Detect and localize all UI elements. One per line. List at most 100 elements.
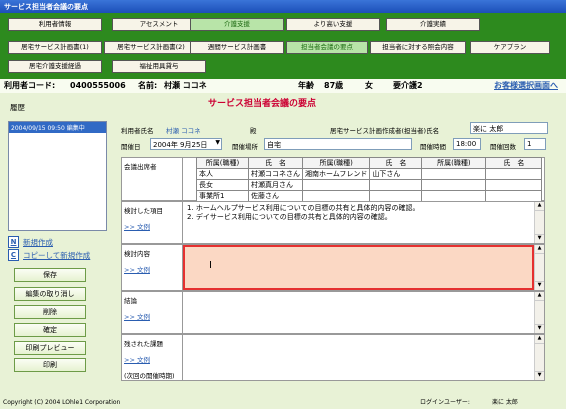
nav-inquiry[interactable]: 担当者に対する照会内容 bbox=[370, 41, 466, 54]
time-field[interactable]: 18:00 bbox=[453, 138, 481, 150]
time-label: 開催時間 bbox=[420, 143, 446, 151]
table-cell[interactable] bbox=[421, 190, 487, 202]
login-label: ログインユーザー: bbox=[420, 399, 470, 406]
place-field[interactable]: 自宅 bbox=[264, 138, 412, 150]
user-name-label: 利用者氏名 bbox=[121, 127, 154, 135]
nav-meeting-summary[interactable]: 担当者会議の要点 bbox=[286, 41, 368, 54]
table-cell[interactable]: 長女 bbox=[196, 179, 249, 191]
items-section: 検討した項目 >> 文例 1. ホームヘルプサービス利用についての目標の共有と具… bbox=[121, 201, 545, 244]
planner-label: 居宅サービス計画作成者(担当者)氏名 bbox=[330, 127, 440, 135]
nav-care-support[interactable]: 介護支援 bbox=[190, 18, 284, 31]
items-example-link[interactable]: >> 文例 bbox=[124, 221, 180, 231]
scrollbar[interactable]: ▲ ▼ bbox=[534, 245, 544, 290]
count-field[interactable]: 1 bbox=[524, 138, 546, 150]
table-cell[interactable] bbox=[301, 190, 371, 202]
col-name-2: 氏 名 bbox=[369, 157, 423, 169]
col-affil-1: 所属(職種) bbox=[196, 157, 249, 169]
new-create-link[interactable]: N 新規作成 bbox=[8, 236, 53, 248]
age: 87歳 bbox=[324, 81, 344, 90]
nav-plan-2[interactable]: 居宅サービス計画書(2) bbox=[104, 41, 198, 54]
copy-document-icon: C bbox=[8, 249, 19, 261]
print-preview-button[interactable]: 印刷プレビュー bbox=[14, 341, 86, 355]
table-cell[interactable] bbox=[421, 179, 487, 191]
table-row: 長女 村瀬真月さん bbox=[196, 179, 543, 191]
save-button[interactable]: 保存 bbox=[14, 268, 86, 282]
table-cell[interactable]: 山下さん bbox=[369, 168, 423, 180]
conclusion-label: 結論 bbox=[124, 297, 137, 305]
table-cell[interactable]: 湘南ホームフレンド bbox=[301, 168, 371, 180]
items-head: 検討した項目 >> 文例 bbox=[122, 202, 183, 243]
issues-example-link[interactable]: >> 文例 bbox=[124, 354, 180, 364]
age-label: 年齢 bbox=[298, 81, 314, 90]
issues-text[interactable] bbox=[183, 335, 534, 380]
table-cell[interactable] bbox=[421, 168, 487, 180]
navigation-bar: 利用者情報 アセスメント 介護支援 より高い支援 介護実績 居宅サービス計画書(… bbox=[0, 13, 566, 79]
nav-advanced-support[interactable]: より高い支援 bbox=[286, 18, 380, 31]
items-line-1: 1. ホームヘルプサービス利用についての目標の共有と具体的内容の確認。 bbox=[187, 204, 420, 212]
items-label: 検討した項目 bbox=[124, 207, 163, 215]
items-line-2: 2. デイサービス利用についての目標の共有と具体的内容の確認。 bbox=[187, 213, 392, 221]
history-list[interactable]: 2004/09/15 09:50 編集中 bbox=[8, 121, 107, 231]
table-cell[interactable] bbox=[485, 190, 543, 202]
col-name-3: 氏 名 bbox=[485, 157, 543, 169]
conclusion-text[interactable] bbox=[183, 292, 534, 333]
table-cell[interactable]: 事業所1 bbox=[196, 190, 249, 202]
text-cursor-icon: I bbox=[209, 260, 212, 271]
planner-field[interactable]: 楽に 太郎 bbox=[470, 122, 548, 134]
count-label: 開催回数 bbox=[490, 143, 516, 151]
copy-create-link[interactable]: C コピーして新規作成 bbox=[8, 249, 90, 261]
place-label: 開催場所 bbox=[232, 143, 258, 151]
cancel-edit-button[interactable]: 編集の取り消し bbox=[14, 287, 86, 301]
print-button[interactable]: 印刷 bbox=[14, 358, 86, 372]
nav-support-progress[interactable]: 居宅介護支援経過 bbox=[8, 60, 102, 73]
nav-user-info[interactable]: 利用者情報 bbox=[8, 18, 102, 31]
content-textarea[interactable]: I bbox=[183, 245, 534, 290]
table-cell[interactable] bbox=[485, 179, 543, 191]
scrollbar[interactable]: ▲ ▼ bbox=[534, 202, 544, 243]
nav-care-record[interactable]: 介護実績 bbox=[386, 18, 480, 31]
table-cell[interactable]: 佐藤さん bbox=[248, 190, 303, 202]
scrollbar[interactable]: ▲ ▼ bbox=[534, 292, 544, 333]
confirm-button[interactable]: 確定 bbox=[14, 323, 86, 337]
user-name-value: 村瀬 ココネ bbox=[166, 127, 201, 135]
next-meeting-note: (次回の開催時期) bbox=[124, 372, 175, 380]
content-example-link[interactable]: >> 文例 bbox=[124, 264, 180, 274]
scrollbar[interactable]: ▲ ▼ bbox=[534, 335, 544, 380]
issues-head: 残された課題 >> 文例 (次回の開催時期) bbox=[122, 335, 183, 380]
table-cell[interactable] bbox=[485, 168, 543, 180]
conclusion-section: 結論 >> 文例 ▲ ▼ bbox=[121, 291, 545, 334]
nav-weekly-plan[interactable]: 週間サービス計画書 bbox=[190, 41, 284, 54]
user-code-label: 利用者コード: bbox=[4, 81, 56, 90]
history-item[interactable]: 2004/09/15 09:50 編集中 bbox=[9, 122, 106, 133]
content-label: 検討内容 bbox=[124, 250, 150, 258]
table-cell[interactable]: 村瀬真月さん bbox=[248, 179, 303, 191]
table-cell[interactable]: 村瀬ココネさん bbox=[248, 168, 303, 180]
care-level: 要介護2 bbox=[393, 81, 423, 90]
col-name-1: 氏 名 bbox=[248, 157, 303, 169]
nav-welfare-equipment[interactable]: 福祉用具貸与 bbox=[112, 60, 206, 73]
new-document-icon: N bbox=[8, 236, 19, 248]
delete-button[interactable]: 削除 bbox=[14, 305, 86, 319]
issues-label: 残された課題 bbox=[124, 340, 163, 348]
user-code: 0400555006 bbox=[70, 81, 126, 90]
table-cell[interactable] bbox=[301, 179, 371, 191]
table-row: 事業所1 佐藤さん bbox=[196, 190, 543, 202]
items-text[interactable]: 1. ホームヘルプサービス利用についての目標の共有と具体的内容の確認。 2. デ… bbox=[183, 202, 534, 243]
content-section: 検討内容 >> 文例 I ▲ ▼ bbox=[121, 244, 545, 291]
nav-plan-1[interactable]: 居宅サービス計画書(1) bbox=[8, 41, 102, 54]
nav-care-plan[interactable]: ケアプラン bbox=[470, 41, 550, 54]
app-window: サービス担当者会議の要点 利用者情報 アセスメント 介護支援 より高い支援 介護… bbox=[0, 0, 566, 409]
new-create-label: 新規作成 bbox=[23, 237, 53, 247]
attendees-label: 会議出席者 bbox=[122, 158, 183, 200]
table-cell[interactable] bbox=[369, 190, 423, 202]
date-select[interactable]: 2004年 9月25日 ▼ bbox=[150, 138, 222, 150]
date-label: 開催日 bbox=[121, 143, 141, 151]
footer: Copyright (C) 2004 LOhle1 Corporation ログ… bbox=[0, 397, 566, 409]
customer-select-link[interactable]: お客様選択画面へ bbox=[494, 79, 558, 93]
honorific: 殿 bbox=[250, 127, 257, 135]
conclusion-example-link[interactable]: >> 文例 bbox=[124, 311, 180, 321]
copyright: Copyright (C) 2004 LOhle1 Corporation bbox=[3, 399, 121, 406]
table-cell[interactable]: 本人 bbox=[196, 168, 249, 180]
issues-section: 残された課題 >> 文例 (次回の開催時期) ▲ ▼ bbox=[121, 334, 545, 381]
table-cell[interactable] bbox=[369, 179, 423, 191]
